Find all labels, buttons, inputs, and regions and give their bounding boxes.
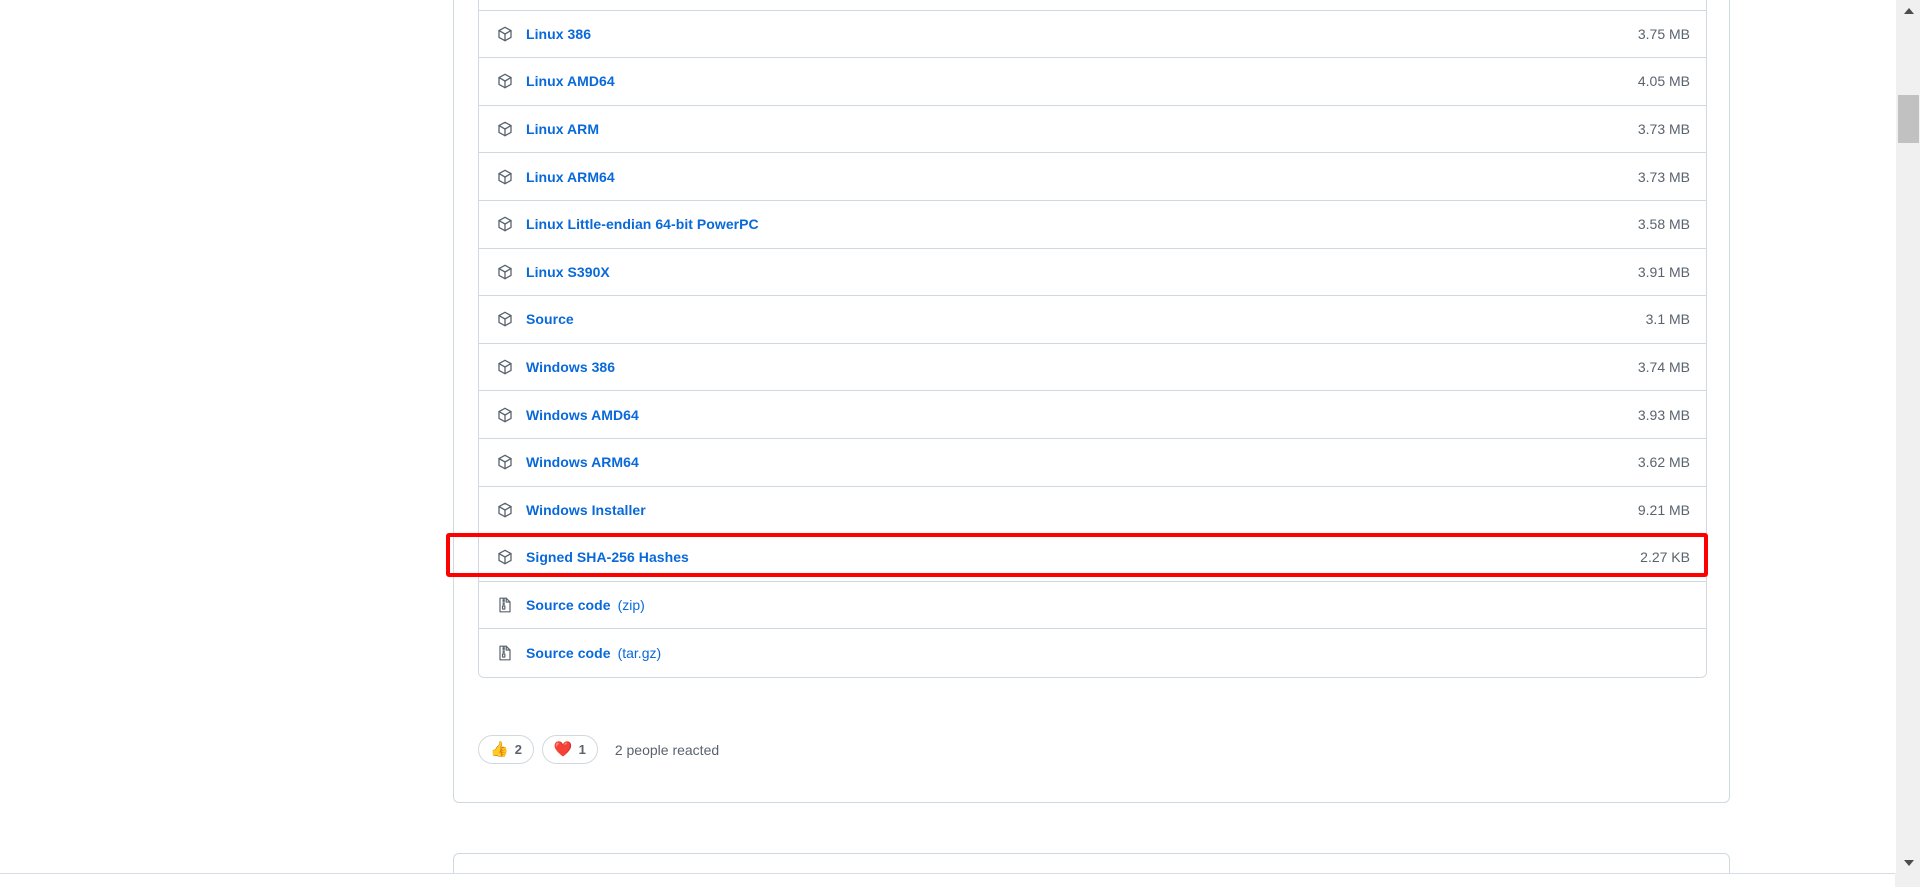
asset-name-link[interactable]: Signed SHA-256 Hashes — [526, 549, 689, 565]
asset-row[interactable]: Linux 386 3.75 MB — [479, 10, 1706, 59]
package-icon — [497, 502, 513, 518]
horizontal-scrollbar-thumb[interactable] — [0, 876, 1120, 886]
package-icon — [497, 73, 513, 89]
file-zip-icon — [497, 597, 513, 613]
scroll-up-arrow-icon[interactable] — [1896, 0, 1920, 21]
asset-size: 4.05 MB — [1637, 73, 1690, 90]
package-icon — [497, 407, 513, 423]
heart-reaction[interactable]: ❤️ 1 — [541, 735, 598, 764]
asset-row[interactable]: Source 3.1 MB — [479, 296, 1706, 344]
asset-row[interactable]: Linux ARM 3.73 MB — [479, 105, 1706, 154]
asset-name-link[interactable]: Linux S390X — [526, 264, 610, 280]
asset-size: 3.75 MB — [1637, 25, 1690, 42]
asset-name-link[interactable]: Source code — [526, 645, 611, 661]
file-zip-icon — [497, 645, 513, 661]
package-icon — [497, 454, 513, 470]
package-icon — [497, 264, 513, 280]
asset-size: 3.62 MB — [1637, 454, 1690, 471]
asset-name-link[interactable]: Source — [526, 311, 574, 327]
asset-row[interactable]: FreeBSD AMD644.12 MB — [479, 0, 1706, 11]
package-icon — [497, 359, 513, 375]
asset-name-link[interactable]: Linux ARM — [526, 121, 599, 137]
asset-size: 2.27 KB — [1640, 549, 1690, 566]
heart-reaction-emoji-icon: ❤️ — [553, 741, 573, 758]
vertical-scrollbar-thumb[interactable] — [1898, 95, 1919, 143]
asset-name-link[interactable]: Linux 386 — [526, 26, 591, 42]
vertical-scrollbar[interactable] — [1895, 0, 1920, 873]
asset-name-link[interactable]: Windows ARM64 — [526, 454, 639, 470]
asset-row[interactable]: Windows 386 3.74 MB — [479, 343, 1706, 392]
asset-row[interactable]: Windows Installer 9.21 MB — [479, 486, 1706, 535]
package-icon — [497, 311, 513, 327]
asset-name-link[interactable]: Linux Little-endian 64-bit PowerPC — [526, 216, 759, 232]
asset-row[interactable]: Source code (zip) — [479, 581, 1706, 630]
asset-name-link[interactable]: Windows Installer — [526, 502, 646, 518]
asset-row[interactable]: Linux AMD64 4.05 MB — [479, 58, 1706, 106]
asset-format-suffix: (zip) — [617, 597, 645, 614]
asset-size: 3.73 MB — [1637, 121, 1690, 138]
asset-size: 3.93 MB — [1637, 406, 1690, 423]
asset-row[interactable]: Windows AMD64 3.93 MB — [479, 391, 1706, 439]
page-scroll-column: FreeBSD AMD644.12 MBLinux 3863.75 MBLinu… — [0, 0, 1896, 880]
release-assets-table: FreeBSD AMD644.12 MBLinux 3863.75 MBLinu… — [478, 0, 1707, 678]
heart-reaction-count: 1 — [578, 742, 586, 757]
horizontal-scrollbar[interactable] — [0, 873, 1920, 887]
thumbs-up-reaction[interactable]: 👍 2 — [478, 735, 534, 764]
asset-row[interactable]: Source code (tar.gz) — [479, 629, 1706, 677]
package-icon — [497, 216, 513, 232]
asset-name-link[interactable]: Source code — [526, 597, 611, 613]
asset-format-suffix: (tar.gz) — [617, 645, 662, 662]
thumbs-up-reaction-emoji-icon: 👍 — [490, 741, 509, 758]
asset-name-link[interactable]: Windows AMD64 — [526, 407, 639, 423]
asset-row[interactable]: Linux Little-endian 64-bit PowerPC 3.58 M… — [479, 200, 1706, 249]
reactions-summary-text: 2 people reacted — [614, 741, 720, 758]
asset-row[interactable]: Linux ARM64 3.73 MB — [479, 153, 1706, 201]
asset-row[interactable]: Windows ARM64 3.62 MB — [479, 438, 1706, 487]
asset-row[interactable]: Signed SHA-256 Hashes 2.27 KB — [479, 534, 1706, 582]
asset-size: 3.1 MB — [1645, 311, 1690, 328]
asset-size: 9.21 MB — [1637, 501, 1690, 518]
thumbs-up-reaction-count: 2 — [514, 742, 522, 757]
asset-row[interactable]: Linux S390X 3.91 MB — [479, 248, 1706, 297]
asset-name-link[interactable]: Linux AMD64 — [526, 73, 615, 89]
package-icon — [497, 549, 513, 565]
package-icon — [497, 121, 513, 137]
asset-size: 3.91 MB — [1637, 263, 1690, 280]
asset-size: 3.74 MB — [1637, 359, 1690, 376]
scrollbar-corner — [1895, 873, 1920, 887]
package-icon — [497, 169, 513, 185]
asset-size: 3.58 MB — [1637, 216, 1690, 233]
asset-size: 3.73 MB — [1637, 168, 1690, 185]
package-icon — [497, 26, 513, 42]
scroll-down-arrow-icon[interactable] — [1896, 852, 1920, 873]
asset-name-link[interactable]: Windows 386 — [526, 359, 615, 375]
reactions-bar: 👍 2 ❤️ 1 2 people reacted — [478, 735, 719, 764]
browser-viewport: FreeBSD AMD644.12 MBLinux 3863.75 MBLinu… — [0, 0, 1920, 887]
asset-name-link[interactable]: Linux ARM64 — [526, 169, 615, 185]
